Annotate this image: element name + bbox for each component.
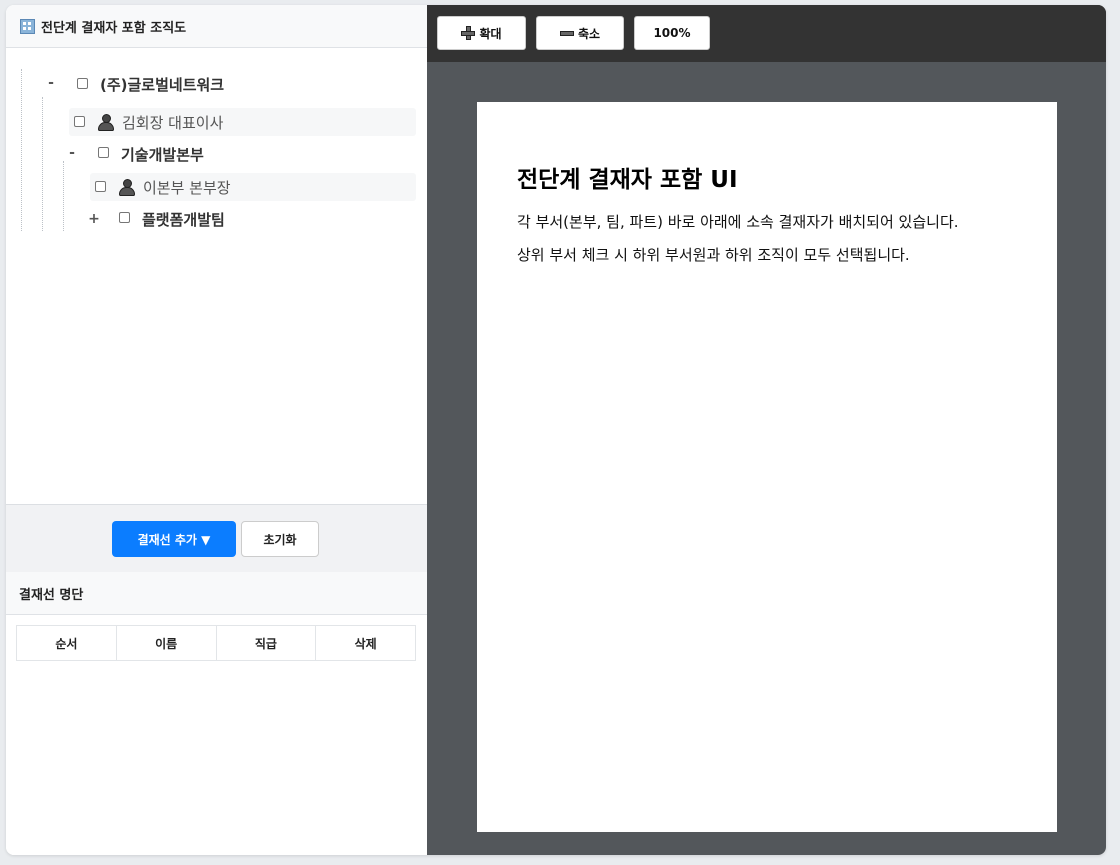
member-label: 김회장 대표이사: [122, 114, 224, 132]
document-heading: 전단계 결재자 포함 UI: [517, 167, 738, 193]
org-tree: - (주)글로벌네트워크 김회장 대표이사 - 기술개발본부 이본부 본부장 +…: [21, 69, 416, 231]
approver-list-title: 결재선 명단: [19, 587, 84, 603]
collapse-toggle[interactable]: -: [66, 145, 78, 161]
column-header-name: 이름: [115, 625, 217, 661]
member-checkbox[interactable]: [74, 116, 85, 127]
tree-member-division-head[interactable]: 이본부 본부장: [90, 173, 416, 201]
document-page: 전단계 결재자 포함 UI 각 부서(본부, 팀, 파트) 바로 아래에 소속 …: [477, 102, 1057, 832]
dept-label-tech-division[interactable]: 기술개발본부: [121, 144, 204, 165]
org-panel-header: 전단계 결재자 포함 조직도: [6, 5, 427, 48]
expand-toggle[interactable]: +: [88, 211, 100, 227]
zoom-out-label: 축소: [577, 26, 601, 41]
person-icon: [98, 114, 114, 131]
tree-member-ceo[interactable]: 김회장 대표이사: [69, 108, 416, 136]
document-viewer: 확대 축소 100% 전단계 결재자 포함 UI 각 부서(본부, 팀, 파트)…: [427, 5, 1106, 855]
zoom-out-button[interactable]: 축소: [536, 16, 624, 50]
tree-node-tech-division: - 기술개발본부: [21, 140, 416, 168]
tree-node-platform-team: + 플랫폼개발팀: [21, 205, 416, 233]
org-panel-title: 전단계 결재자 포함 조직도: [41, 20, 187, 36]
approver-table: 순서 이름 직급 삭제: [16, 625, 416, 661]
viewer-toolbar: 확대 축소 100%: [427, 5, 1106, 62]
add-approval-line-button[interactable]: 결재선 추가 ▼: [112, 521, 236, 557]
document-paragraph: 각 부서(본부, 팀, 파트) 바로 아래에 소속 결재자가 배치되어 있습니다…: [517, 213, 959, 231]
org-panel: 전단계 결재자 포함 조직도 - (주)글로벌네트워크 김회장 대표이사 - 기…: [6, 5, 428, 855]
zoom-in-button[interactable]: 확대: [437, 16, 526, 50]
dept-label-root[interactable]: (주)글로벌네트워크: [100, 74, 224, 95]
tree-node-root: - (주)글로벌네트워크: [21, 70, 416, 98]
dept-label-platform-team[interactable]: 플랫폼개발팀: [142, 209, 225, 230]
person-icon: [119, 179, 135, 196]
dept-checkbox[interactable]: [119, 212, 130, 223]
dept-checkbox[interactable]: [98, 147, 109, 158]
member-label: 이본부 본부장: [143, 179, 231, 197]
approver-list-header: 결재선 명단: [6, 572, 427, 615]
column-header-rank: 직급: [215, 625, 317, 661]
minus-icon: [559, 30, 574, 36]
plus-icon: [461, 26, 476, 40]
document-paragraph: 상위 부서 체크 시 하위 부서원과 하위 조직이 모두 선택됩니다.: [517, 246, 910, 264]
action-bar: 결재선 추가 ▼ 초기화: [6, 504, 427, 573]
root-checkbox[interactable]: [77, 78, 88, 89]
app-window: 전단계 결재자 포함 조직도 - (주)글로벌네트워크 김회장 대표이사 - 기…: [6, 5, 1106, 855]
zoom-in-label: 확대: [479, 26, 502, 41]
building-icon: [20, 18, 35, 34]
collapse-toggle[interactable]: -: [45, 75, 57, 91]
reset-button[interactable]: 초기화: [241, 521, 319, 557]
member-checkbox[interactable]: [95, 181, 106, 192]
zoom-reset-button[interactable]: 100%: [634, 16, 710, 50]
approver-table-header-row: 순서 이름 직급 삭제: [16, 625, 416, 661]
column-header-delete: 삭제: [315, 625, 416, 661]
column-header-order: 순서: [16, 625, 117, 661]
